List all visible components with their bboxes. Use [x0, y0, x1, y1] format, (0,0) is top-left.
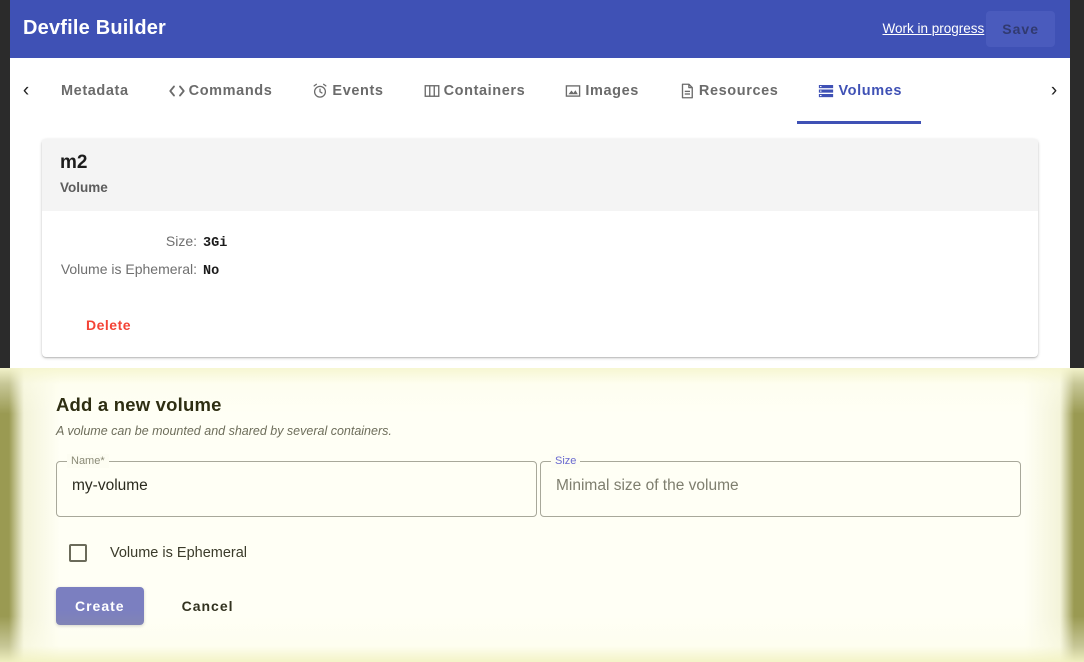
- add-volume-actions: Create Cancel: [56, 587, 1028, 625]
- ephemeral-checkbox-row: Volume is Ephemeral: [56, 544, 1028, 562]
- name-field-label: Name*: [67, 454, 109, 468]
- tab-label: Volumes: [838, 83, 902, 99]
- view-column-icon: [422, 81, 442, 101]
- top-content-region: Devfile Builder Work in progress Save ‹ …: [10, 0, 1070, 368]
- tab-label: Events: [332, 83, 383, 99]
- delete-volume-button[interactable]: Delete: [86, 317, 131, 333]
- add-volume-form: Add a new volume A volume can be mounted…: [0, 368, 1084, 662]
- size-input[interactable]: [556, 477, 1005, 495]
- create-button[interactable]: Create: [56, 587, 144, 625]
- volume-card: m2 Volume Size: 3Gi Volume is Ephemeral:…: [42, 139, 1038, 357]
- size-field-wrapper: Size: [540, 461, 1021, 517]
- ephemeral-checkbox[interactable]: [69, 544, 87, 562]
- volume-ephemeral-label: Volume is Ephemeral:: [42, 261, 203, 277]
- add-volume-description: A volume can be mounted and shared by se…: [56, 424, 1028, 438]
- volume-card-body: Size: 3Gi Volume is Ephemeral: No Delete: [42, 211, 1038, 335]
- ephemeral-checkbox-label[interactable]: Volume is Ephemeral: [110, 545, 247, 561]
- name-input[interactable]: [72, 477, 521, 495]
- tab-label: Metadata: [61, 83, 129, 99]
- app-header-bar: Devfile Builder Work in progress Save: [10, 0, 1070, 58]
- tab-list: Metadata Commands Events: [42, 58, 1038, 124]
- save-button[interactable]: Save: [986, 11, 1055, 47]
- name-field-wrapper: Name*: [56, 461, 537, 517]
- tab-label: Resources: [699, 83, 779, 99]
- tab-label: Images: [585, 83, 639, 99]
- document-icon: [677, 81, 697, 101]
- tab-resources[interactable]: Resources: [658, 58, 798, 124]
- code-icon: [167, 81, 187, 101]
- image-icon: [563, 81, 583, 101]
- storage-icon: [816, 81, 836, 101]
- cancel-button[interactable]: Cancel: [168, 587, 248, 625]
- tab-bar: ‹ Metadata Commands Events: [10, 58, 1070, 124]
- tab-events[interactable]: Events: [291, 58, 402, 124]
- tabs-scroll-right-icon[interactable]: ›: [1038, 58, 1070, 124]
- size-field-label: Size: [551, 454, 580, 468]
- add-volume-panel: Add a new volume A volume can be mounted…: [0, 368, 1084, 662]
- volume-card-subtitle: Volume: [60, 178, 1020, 198]
- tab-volumes[interactable]: Volumes: [797, 58, 921, 124]
- tabs-scroll-left-icon[interactable]: ‹: [10, 58, 42, 124]
- volume-card-actions: Delete: [42, 289, 1038, 335]
- volume-size-row: Size: 3Gi: [42, 233, 1038, 251]
- volume-size-value: 3Gi: [203, 236, 227, 251]
- app-title: Devfile Builder: [23, 17, 166, 40]
- tab-label: Commands: [189, 83, 273, 99]
- volume-ephemeral-row: Volume is Ephemeral: No: [42, 261, 1038, 279]
- tab-commands[interactable]: Commands: [148, 58, 292, 124]
- add-volume-title: Add a new volume: [56, 394, 1028, 416]
- app-root: Devfile Builder Work in progress Save ‹ …: [0, 0, 1084, 662]
- volume-card-title: m2: [60, 151, 1020, 175]
- add-volume-fields-row: Name* Size: [56, 461, 1028, 517]
- app-header-actions: Work in progress Save: [883, 0, 1056, 58]
- tab-label: Containers: [444, 83, 526, 99]
- tab-metadata[interactable]: Metadata: [42, 58, 148, 124]
- tab-images[interactable]: Images: [544, 58, 658, 124]
- tab-containers[interactable]: Containers: [403, 58, 545, 124]
- work-in-progress-link[interactable]: Work in progress: [883, 21, 985, 36]
- alarm-clock-icon: [310, 81, 330, 101]
- volume-ephemeral-value: No: [203, 264, 219, 279]
- volume-card-header: m2 Volume: [42, 139, 1038, 211]
- volume-size-label: Size:: [42, 233, 203, 249]
